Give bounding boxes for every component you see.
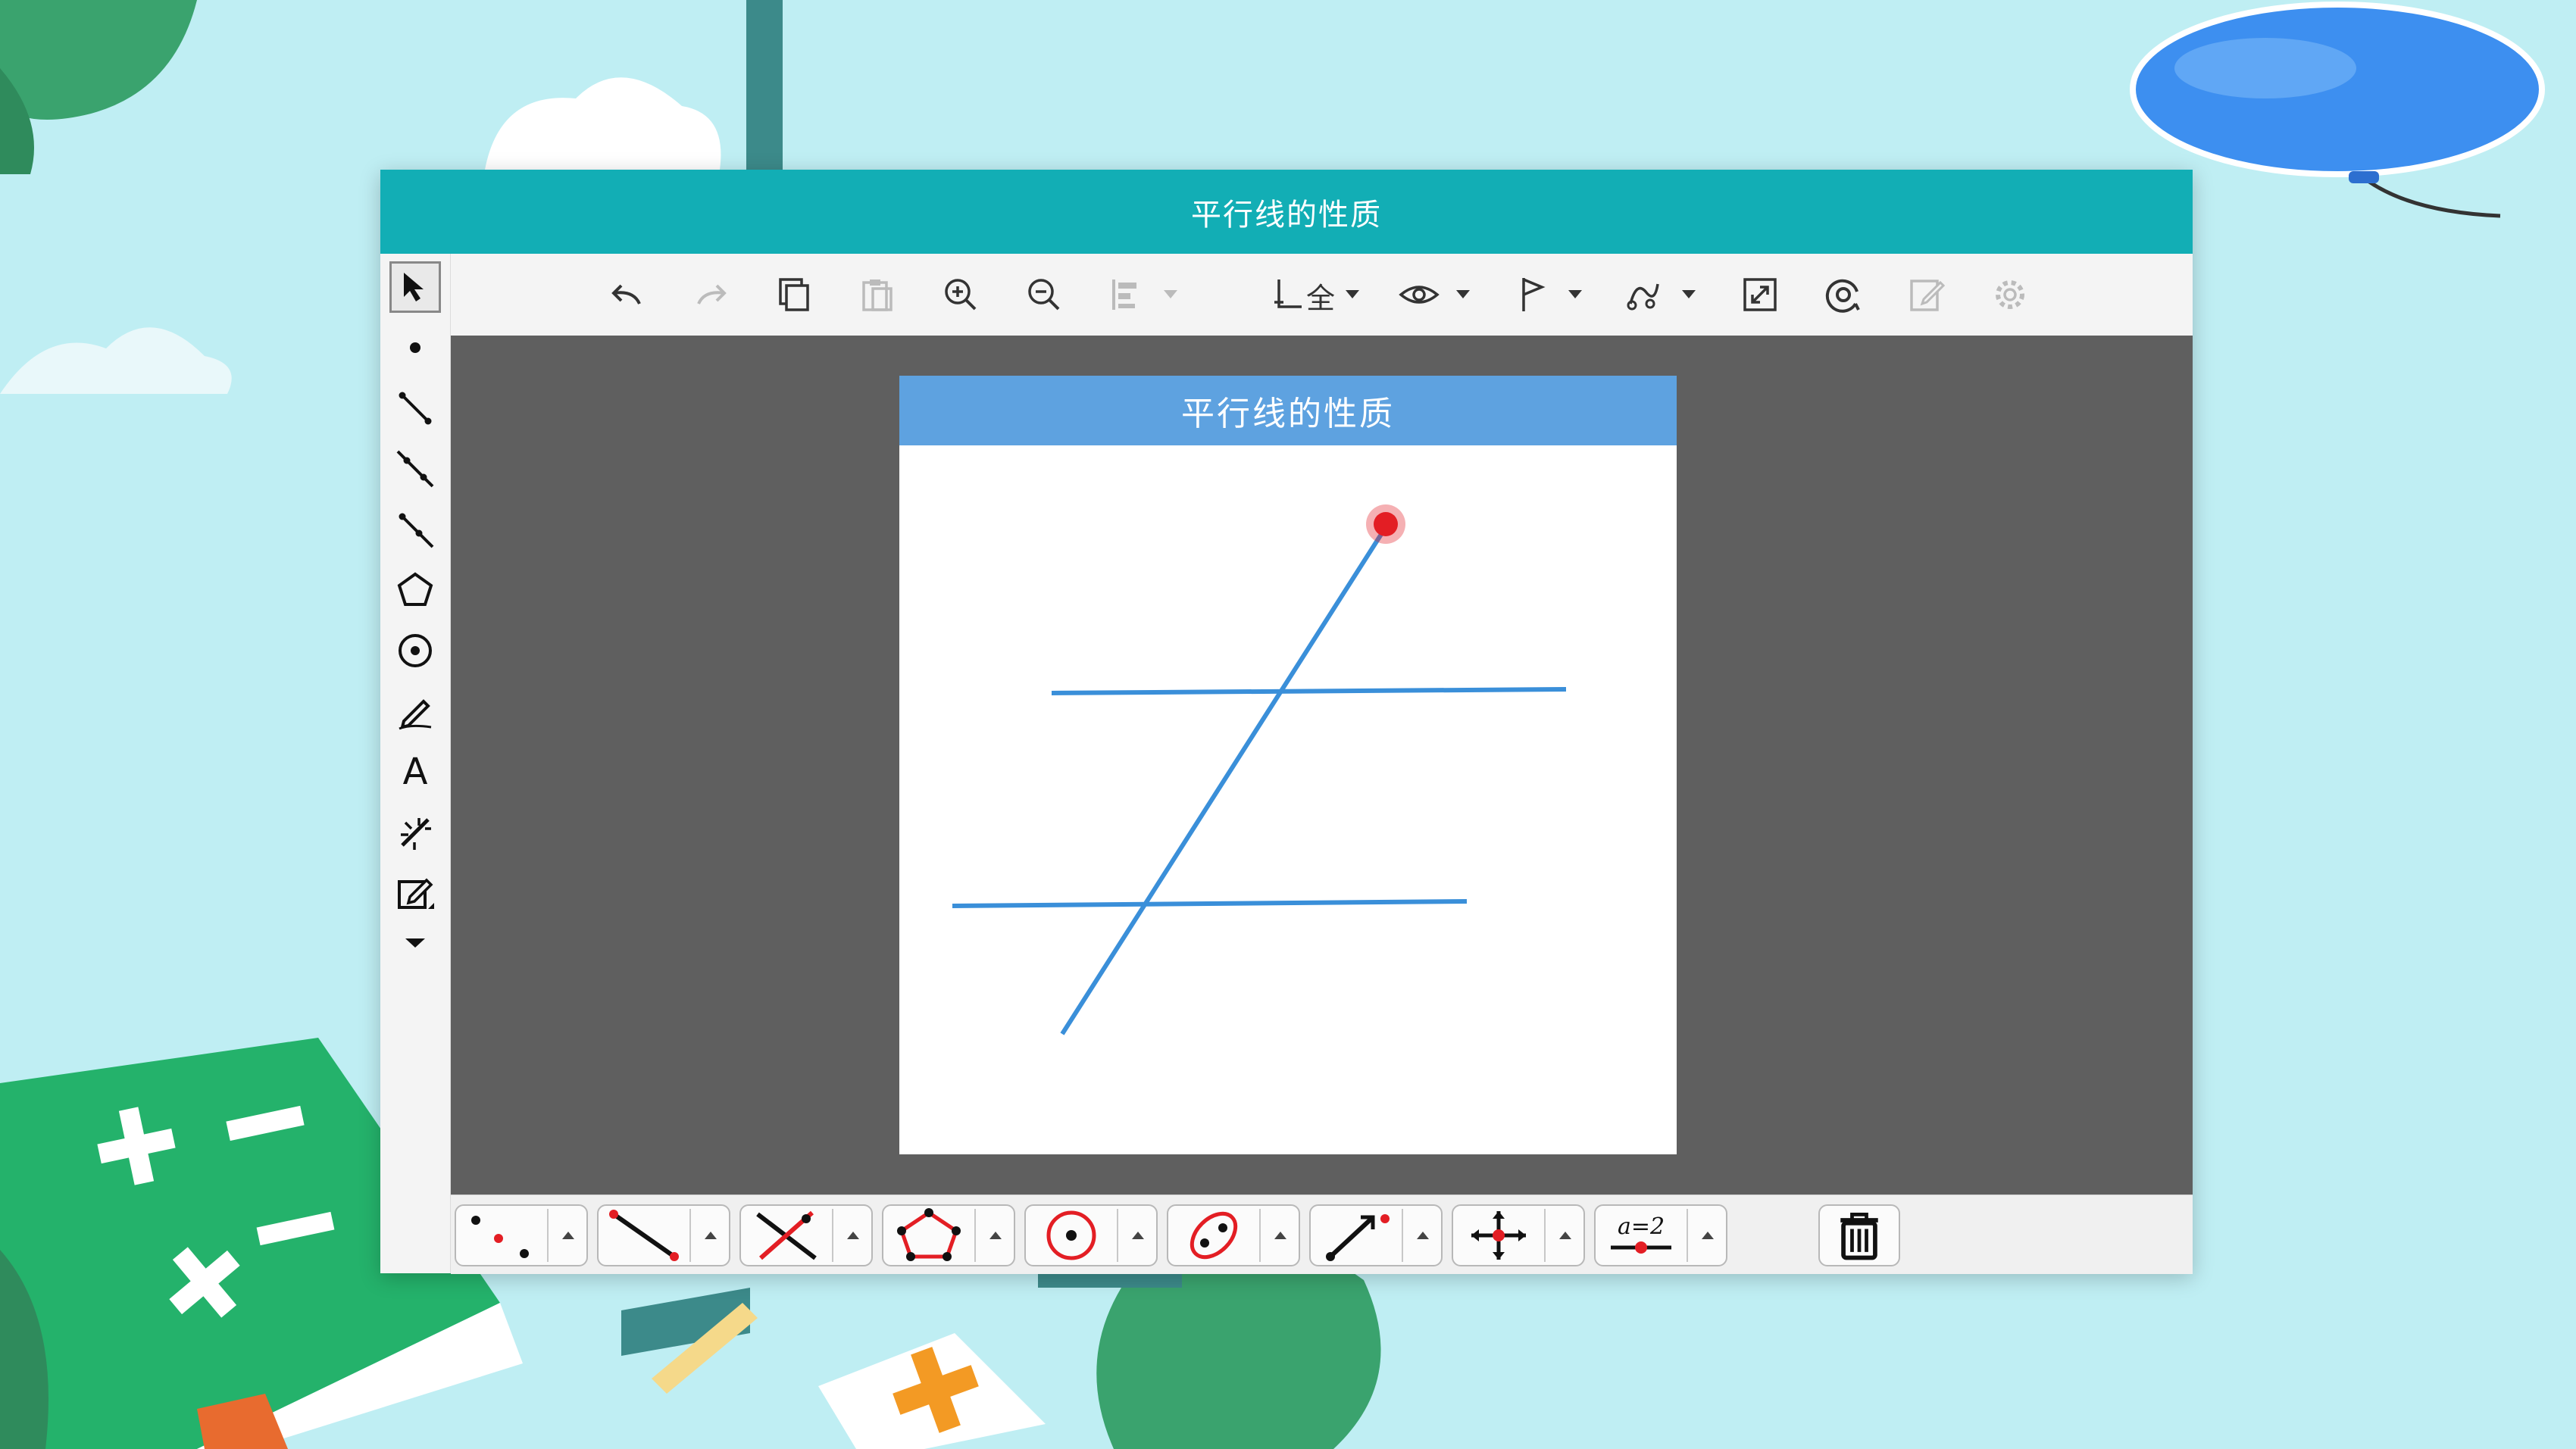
flag-icon[interactable] <box>1505 267 1560 322</box>
draggable-point[interactable] <box>1374 512 1398 536</box>
move-tool-icon <box>1471 1211 1526 1260</box>
pen-icon[interactable] <box>389 685 441 737</box>
trace-icon[interactable] <box>1617 267 1671 322</box>
transversal-line[interactable] <box>1060 526 1388 1035</box>
paste-icon[interactable] <box>850 267 905 322</box>
expand-caret-icon[interactable] <box>847 1232 859 1239</box>
visibility-icon[interactable] <box>1392 267 1446 322</box>
line-icon[interactable] <box>389 443 441 495</box>
upper-parallel-line[interactable] <box>1051 687 1567 695</box>
polygon-icon[interactable] <box>389 564 441 616</box>
move-tool-group[interactable] <box>1452 1204 1585 1266</box>
polygon-tool-group[interactable] <box>882 1204 1015 1266</box>
align-icon[interactable] <box>1100 267 1155 322</box>
zoom-in-icon[interactable] <box>933 267 988 322</box>
edit-icon[interactable] <box>1899 267 1954 322</box>
conic-tool-group[interactable] <box>1167 1204 1300 1266</box>
visibility-dropdown-caret[interactable] <box>1456 290 1470 298</box>
expand-caret-icon[interactable] <box>1132 1232 1144 1239</box>
board-title: 平行线的性质 <box>899 376 1677 445</box>
more-down-icon[interactable] <box>389 917 441 968</box>
lower-parallel-line[interactable] <box>952 899 1468 908</box>
points-tool-group[interactable] <box>455 1204 588 1266</box>
expand-caret-icon[interactable] <box>1559 1232 1571 1239</box>
text-icon[interactable]: A <box>389 746 441 798</box>
expand-caret-icon[interactable] <box>1702 1232 1714 1239</box>
settings-icon[interactable] <box>1983 267 2037 322</box>
window-title: 平行线的性质 <box>380 170 2193 254</box>
perpendicular-tool-icon <box>756 1210 817 1260</box>
expand-caret-icon[interactable] <box>989 1232 1002 1239</box>
parallel-lines-figure[interactable] <box>899 376 1677 1154</box>
circle-icon[interactable] <box>389 625 441 676</box>
drawing-board[interactable]: 平行线的性质 <box>899 376 1677 1154</box>
select-arrow-icon[interactable] <box>389 261 441 313</box>
point-icon[interactable] <box>389 322 441 373</box>
trace-dropdown-caret[interactable] <box>1682 290 1696 298</box>
axes-label: 全 <box>1306 282 1336 315</box>
geometry-app-window: 平行线的性质 全 A 平行线的性质 a=2 <box>380 170 2193 1274</box>
slider-tool-icon: a=2 <box>1611 1213 1671 1254</box>
circle-tool-group[interactable] <box>1024 1204 1158 1266</box>
fullscreen-icon[interactable] <box>1733 267 1787 322</box>
expand-caret-icon[interactable] <box>562 1232 574 1239</box>
bottom-toolbar: a=2 <box>451 1194 2193 1274</box>
edit-note-icon[interactable] <box>389 867 441 919</box>
zoom-out-icon[interactable] <box>1017 267 1071 322</box>
ellipse-tool-icon <box>1190 1211 1238 1260</box>
transform-icon[interactable] <box>389 807 441 858</box>
segment-tool-icon <box>609 1210 679 1261</box>
intersect-tool-group[interactable] <box>739 1204 873 1266</box>
vector-tool-group[interactable] <box>1309 1204 1443 1266</box>
line-tool-group[interactable] <box>597 1204 730 1266</box>
undo-icon[interactable] <box>600 267 655 322</box>
svg-text:a=2: a=2 <box>1618 1213 1665 1240</box>
circle-tool-icon <box>1046 1210 1096 1260</box>
redo-icon[interactable] <box>683 267 738 322</box>
expand-caret-icon[interactable] <box>705 1232 717 1239</box>
segment-icon[interactable] <box>389 383 441 434</box>
canvas-area[interactable]: 平行线的性质 <box>451 336 2193 1194</box>
slider-tool-group[interactable]: a=2 <box>1594 1204 1727 1266</box>
left-toolbar: A <box>380 254 451 1273</box>
trash-icon[interactable] <box>1818 1204 1900 1266</box>
top-toolbar: 全 <box>380 254 2193 336</box>
ray-icon[interactable] <box>389 504 441 555</box>
expand-caret-icon[interactable] <box>1274 1232 1286 1239</box>
polygon-tool-icon <box>897 1208 961 1261</box>
axes-dropdown-caret[interactable] <box>1346 290 1359 298</box>
vector-tool-icon <box>1326 1214 1390 1261</box>
points-tool-icon <box>471 1216 529 1258</box>
align-dropdown-caret[interactable] <box>1164 290 1177 298</box>
snapshot-icon[interactable] <box>1816 267 1871 322</box>
copy-icon[interactable] <box>767 267 821 322</box>
expand-caret-icon[interactable] <box>1417 1232 1429 1239</box>
flag-dropdown-caret[interactable] <box>1568 290 1582 298</box>
